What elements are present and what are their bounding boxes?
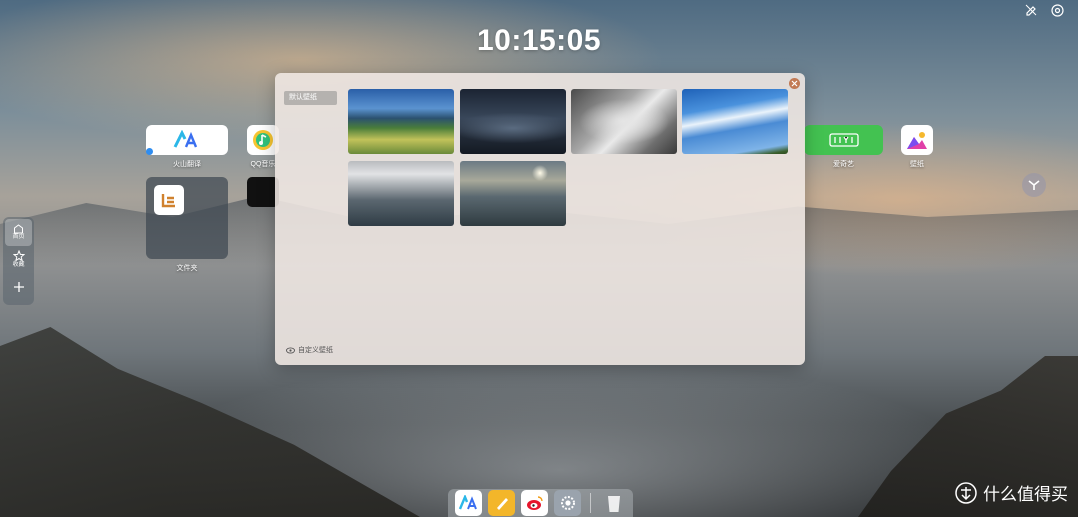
- wallpaper-icon: [901, 125, 933, 155]
- edit-wallpaper-icon[interactable]: [1024, 3, 1038, 17]
- iqiyi-icon: [804, 125, 883, 155]
- side-item-add[interactable]: [5, 273, 32, 300]
- watermark-logo-icon: [955, 481, 977, 504]
- side-item-label: 收藏: [12, 262, 25, 269]
- translate-icon: [458, 495, 477, 510]
- app-label: 火山翻译: [173, 161, 201, 168]
- side-dock: 首页 收藏: [3, 217, 34, 305]
- app-label: 爱奇艺: [833, 161, 854, 168]
- wallpaper-thumbnail[interactable]: [348, 161, 454, 226]
- wallpaper-panel: 默认壁纸 自定义壁纸: [275, 73, 805, 365]
- custom-wallpaper-button[interactable]: 自定义壁纸: [286, 345, 333, 355]
- tab-default-wallpaper[interactable]: 默认壁纸: [284, 91, 337, 105]
- side-item-favorites[interactable]: 收藏: [5, 246, 32, 273]
- top-right-toolbar: [1024, 3, 1064, 17]
- dock-item-weibo[interactable]: [521, 490, 548, 516]
- assistant-button[interactable]: [1022, 173, 1046, 197]
- home-icon: [14, 224, 23, 234]
- trash-icon: [607, 496, 620, 512]
- watermark-text: 什么值得买: [983, 485, 1068, 504]
- watermark: 什么值得买: [955, 480, 1068, 505]
- folder-icon: [146, 177, 228, 259]
- app-iqiyi[interactable]: 爱奇艺: [804, 125, 883, 169]
- close-icon: [791, 80, 798, 87]
- side-item-home[interactable]: 首页: [5, 219, 32, 246]
- side-item-label: 首页: [12, 234, 25, 241]
- custom-wallpaper-label: 自定义壁纸: [298, 347, 333, 354]
- weibo-icon: [526, 496, 543, 510]
- app-wallpaper[interactable]: 壁纸: [901, 125, 933, 169]
- dock-separator: [590, 493, 591, 513]
- dock-item-huoshan-translate[interactable]: [455, 490, 482, 516]
- wallpaper-thumbnail[interactable]: [682, 89, 788, 154]
- wallpaper-thumbnail[interactable]: [460, 89, 566, 154]
- gear-icon: [560, 496, 575, 510]
- clock: 10:15:05: [476, 24, 602, 57]
- huoshan-translate-icon: [146, 125, 228, 155]
- folder-app-icon: [154, 185, 184, 215]
- settings-icon[interactable]: [1050, 3, 1064, 17]
- wallpaper-thumbnail[interactable]: [348, 89, 454, 154]
- bottom-dock: [448, 489, 633, 517]
- dock-item-system-settings[interactable]: [554, 490, 581, 516]
- app-huoshan-translate[interactable]: 火山翻译: [146, 125, 228, 169]
- app-label: 壁纸: [910, 161, 924, 168]
- star-icon: [12, 250, 25, 262]
- app-label: 文件夹: [176, 265, 198, 272]
- dock-item-trash[interactable]: [600, 490, 627, 516]
- app-label: QQ音乐: [250, 161, 276, 168]
- eye-icon: [286, 346, 295, 354]
- close-button[interactable]: [789, 78, 800, 89]
- plus-icon: [13, 281, 24, 292]
- notes-icon: [496, 498, 508, 510]
- assistant-icon: [1028, 180, 1040, 190]
- dock-item-notes[interactable]: [488, 490, 515, 516]
- wallpaper-thumbnail[interactable]: [571, 89, 677, 154]
- wallpaper-thumbnail[interactable]: [460, 161, 566, 226]
- app-folder[interactable]: 文件夹: [146, 177, 228, 273]
